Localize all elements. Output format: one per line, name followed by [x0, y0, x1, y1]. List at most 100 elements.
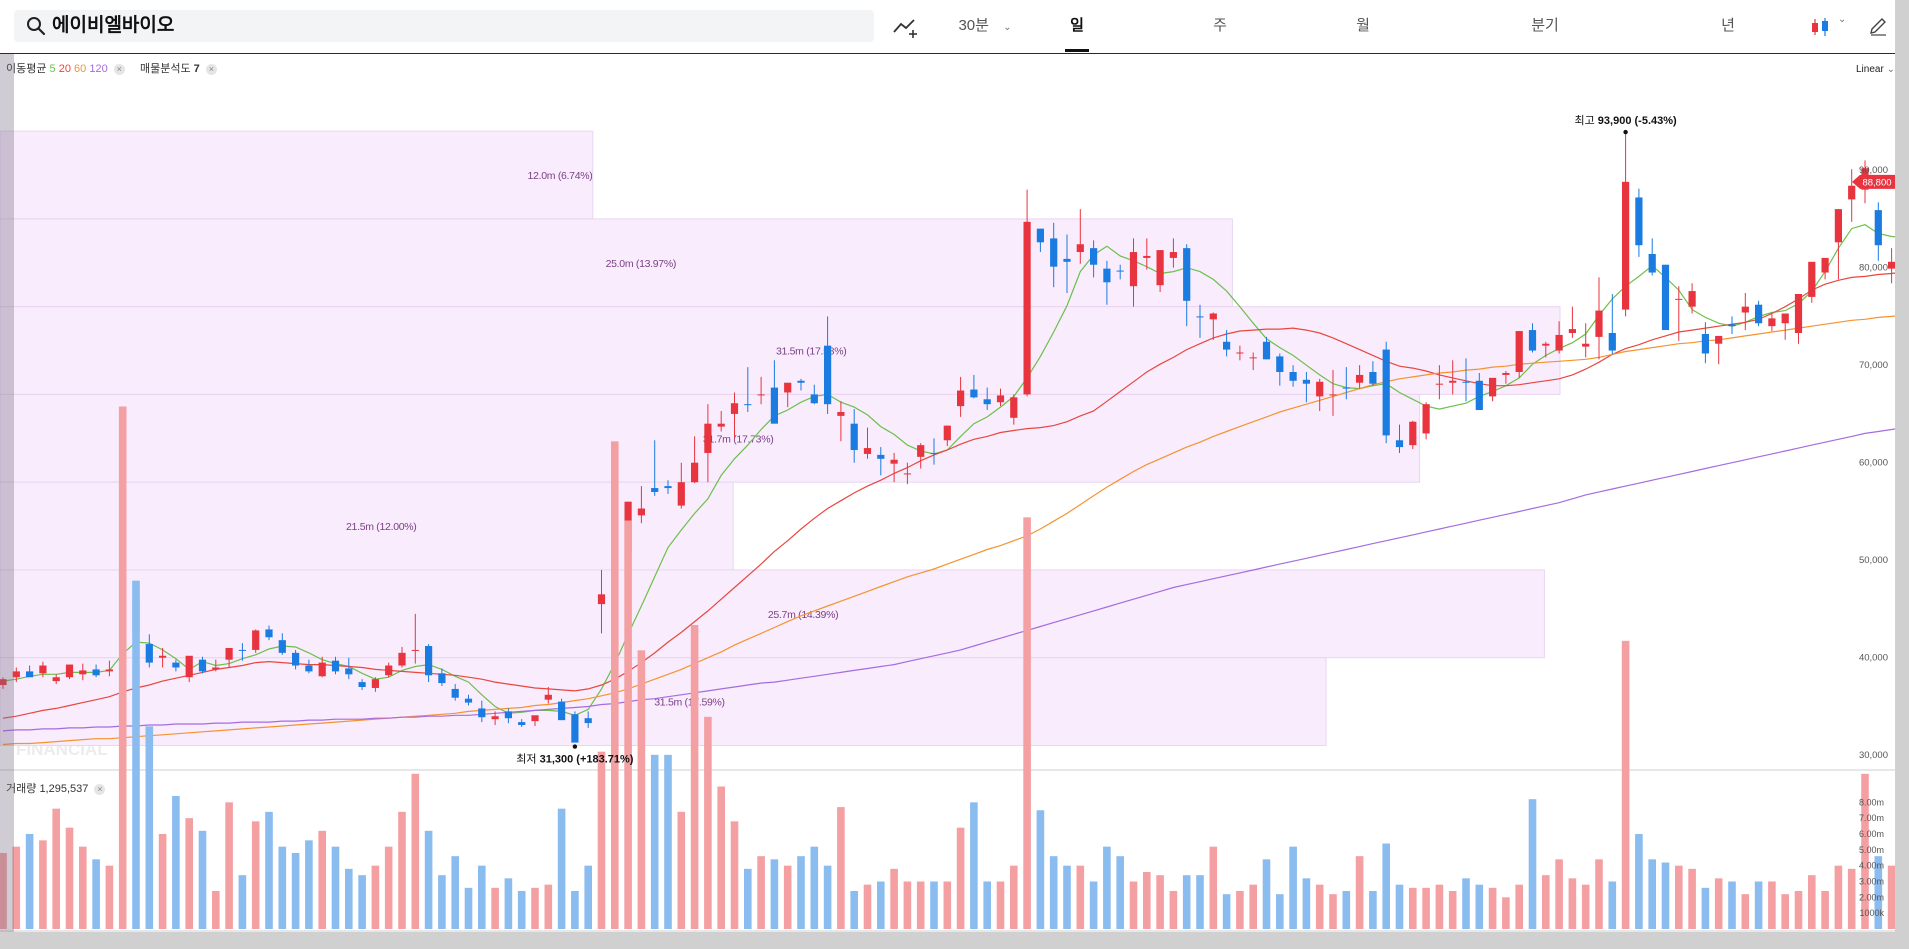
candle-body	[730, 403, 739, 414]
bottom-scrollbar[interactable]	[0, 932, 1909, 949]
candle-body	[385, 665, 393, 676]
volume-bar	[118, 406, 127, 929]
candle-body	[1435, 383, 1443, 385]
low-annotation-label: 최저	[516, 753, 539, 766]
volume-bar	[1781, 894, 1789, 929]
tab-year[interactable]: 년	[1708, 14, 1748, 35]
volume-bar	[158, 834, 167, 929]
volume-bar	[1661, 862, 1670, 929]
price-tick-label: 80,000	[1859, 263, 1888, 274]
candle-body	[1329, 394, 1337, 396]
candle-body	[1236, 352, 1244, 354]
candle	[1635, 188, 1643, 257]
candle	[1568, 306, 1576, 338]
volume-bar	[1462, 878, 1470, 929]
candle-body	[970, 389, 978, 398]
volume-bar	[956, 827, 965, 929]
volume-bar	[1808, 875, 1816, 929]
candle-body	[1342, 387, 1350, 389]
candle-body	[558, 701, 566, 721]
high-annotation-value: 93,900 (-5.43%)	[1598, 115, 1677, 127]
candle-body	[1169, 252, 1177, 258]
volume-bar	[1315, 884, 1324, 929]
volume-bar	[624, 520, 632, 929]
volume-bar	[1475, 884, 1484, 929]
volume-bar	[1182, 875, 1191, 929]
volume-bar	[837, 807, 845, 929]
volume-bar	[664, 754, 672, 929]
candle-body	[438, 673, 446, 684]
candle	[571, 711, 579, 743]
right-scrollbar[interactable]	[1895, 0, 1909, 949]
tab-30min[interactable]: 30분 ⌄	[950, 14, 1020, 35]
candle-body	[1701, 333, 1709, 354]
candle-body	[903, 473, 911, 475]
volume-bar	[1076, 865, 1085, 929]
stock-search-field[interactable]: 에이비엘바이오	[14, 10, 874, 42]
candle	[1515, 331, 1523, 378]
candle-body	[1808, 261, 1816, 297]
candle-body	[1036, 228, 1044, 243]
candle	[558, 698, 566, 721]
candle-body	[39, 665, 47, 674]
volume-bar	[1395, 884, 1404, 929]
volume-bar	[584, 865, 592, 929]
volume-bar	[1209, 846, 1218, 929]
tab-month[interactable]: 월	[1343, 14, 1383, 35]
volume-bar	[238, 875, 247, 929]
candle-body	[770, 387, 778, 424]
candle-body	[1209, 313, 1217, 320]
candle-body	[1356, 374, 1364, 383]
candle-body	[1595, 310, 1603, 337]
volume-bar	[1714, 878, 1723, 929]
candle-body	[810, 394, 818, 404]
candle-body	[1661, 264, 1670, 331]
candle-body	[292, 652, 300, 666]
candle-body	[1502, 372, 1510, 375]
candle-body	[1475, 380, 1483, 411]
candle-body	[983, 399, 991, 405]
volume-bar	[1502, 897, 1510, 929]
price-tick-label: 40,000	[1859, 653, 1888, 664]
candle-body	[1129, 252, 1138, 287]
candle-body	[318, 662, 326, 677]
high-marker	[1623, 129, 1628, 135]
volume-bar	[1036, 810, 1045, 929]
volume-tick-label: 7.00m	[1859, 813, 1884, 823]
volume-bar	[943, 881, 952, 929]
volume-bar	[1222, 894, 1231, 929]
volume-bar	[39, 840, 47, 929]
candle-body	[79, 670, 87, 675]
tab-quarter[interactable]: 분기	[1525, 14, 1565, 35]
candle-body	[518, 722, 526, 726]
price-chart[interactable]: FINANCIAL12.0m (6.74%)25.0m (13.97%)31.5…	[0, 54, 1909, 949]
candle-body	[744, 404, 752, 406]
volume-bar	[1010, 865, 1018, 929]
volume-profile-label: 25.0m (13.97%)	[606, 258, 677, 270]
volume-bar	[464, 887, 473, 929]
volume-bar	[212, 891, 220, 929]
tab-day[interactable]: 일	[1057, 14, 1097, 35]
last-price-label: 88,800	[1862, 177, 1891, 188]
chart-type-selector[interactable]: ⌄	[1810, 14, 1850, 38]
candle-body	[1449, 380, 1457, 383]
candle	[1595, 277, 1603, 360]
volume-bar	[903, 881, 912, 929]
volume-bar	[637, 650, 646, 929]
volume-bar	[1568, 878, 1577, 929]
pencil-icon[interactable]	[1868, 16, 1888, 36]
candle-body	[331, 660, 340, 672]
candle	[1808, 261, 1816, 303]
volume-bar	[1143, 872, 1151, 929]
candle	[1648, 238, 1656, 276]
price-tick-label: 90,000	[1859, 165, 1888, 176]
candle-body	[1874, 210, 1882, 246]
trend-line-icon[interactable]	[892, 14, 920, 38]
candle-body	[584, 718, 592, 724]
candle-body	[1183, 248, 1191, 301]
candle-body	[1262, 341, 1271, 360]
volume-bar	[704, 716, 712, 929]
candle-body	[1648, 254, 1656, 273]
candle-body	[411, 649, 419, 651]
tab-week[interactable]: 주	[1200, 14, 1240, 35]
